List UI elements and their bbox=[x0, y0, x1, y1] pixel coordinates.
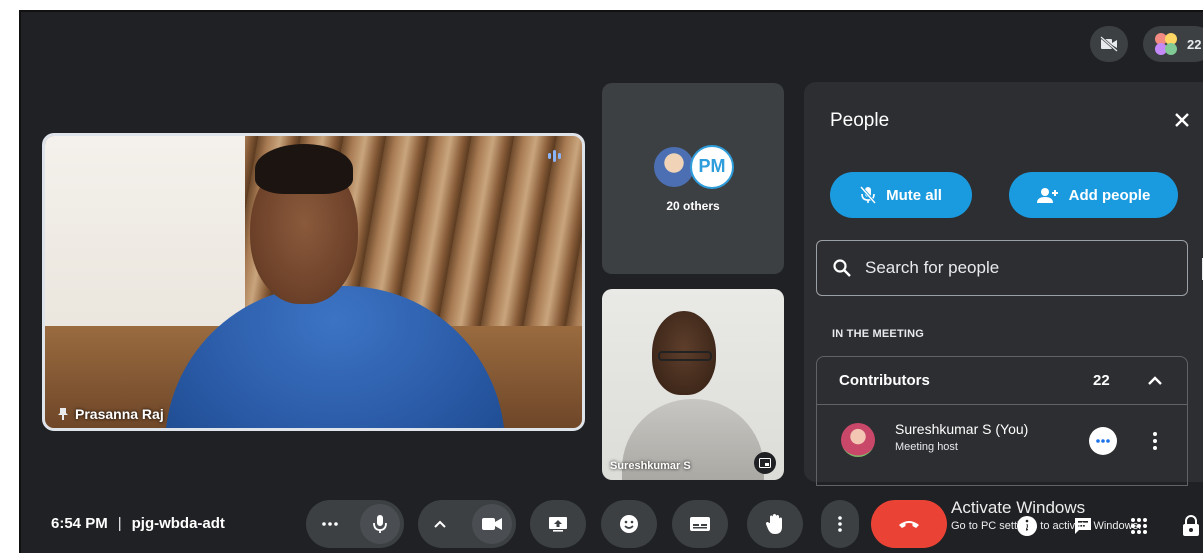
videocam-icon bbox=[482, 518, 502, 530]
add-people-button[interactable]: Add people bbox=[1009, 172, 1178, 218]
video-control-group bbox=[418, 500, 516, 548]
meeting-details-button[interactable] bbox=[1013, 512, 1041, 540]
participants-icon bbox=[1155, 33, 1177, 55]
participant-name-label: Prasanna Raj bbox=[57, 406, 164, 422]
emoji-icon bbox=[620, 515, 638, 533]
meeting-info: 6:54 PM | pjg-wbda-adt bbox=[51, 515, 225, 532]
microphone-button[interactable] bbox=[360, 504, 400, 544]
more-vert-icon bbox=[1153, 432, 1157, 436]
camera-button[interactable] bbox=[472, 504, 512, 544]
video-person bbox=[255, 144, 353, 194]
mic-icon bbox=[373, 515, 387, 533]
separator: | bbox=[117, 515, 122, 532]
section-heading: IN THE MEETING bbox=[832, 328, 925, 340]
lock-person-icon bbox=[1183, 515, 1199, 536]
meeting-time: 6:54 PM bbox=[51, 515, 108, 532]
people-panel: People Mute all Add people IN THE MEETIN… bbox=[804, 82, 1203, 486]
others-tile[interactable]: PM 20 others bbox=[602, 83, 784, 274]
group-label: Contributors bbox=[839, 372, 930, 389]
videocam-off-icon bbox=[1100, 36, 1118, 52]
more-options-button[interactable] bbox=[821, 500, 859, 548]
more-vert-icon bbox=[1153, 446, 1157, 450]
group-count: 22 bbox=[1093, 372, 1110, 389]
search-icon bbox=[833, 259, 851, 277]
meet-window: 22 Prasanna Raj PM 20 others Sureshkumar… bbox=[19, 10, 1203, 553]
self-video-tile[interactable]: Sureshkumar S bbox=[602, 289, 784, 480]
avatar: PM bbox=[690, 144, 734, 189]
participant-row[interactable]: Sureshkumar S (You) Meeting host bbox=[817, 407, 1187, 477]
audio-control-group bbox=[306, 500, 404, 548]
others-avatars: PM bbox=[652, 144, 734, 189]
activate-windows-watermark: Activate Windows Go to PC settings to ac… bbox=[951, 498, 1141, 532]
main-video-tile[interactable]: Prasanna Raj bbox=[42, 133, 585, 431]
more-horizontal-icon bbox=[1096, 439, 1110, 443]
call-end-icon bbox=[899, 521, 919, 528]
leave-call-button[interactable] bbox=[871, 500, 947, 548]
captions-button[interactable] bbox=[672, 500, 728, 548]
participant-name-label: Sureshkumar S bbox=[610, 460, 691, 472]
present-screen-icon bbox=[549, 517, 567, 532]
contributors-group: Contributors 22 Sureshkumar S (You) Meet… bbox=[816, 356, 1188, 486]
collapse-button[interactable] bbox=[1145, 371, 1165, 391]
contributors-header[interactable]: Contributors bbox=[817, 357, 1187, 405]
closed-caption-icon bbox=[690, 517, 710, 531]
meeting-code: pjg-wbda-adt bbox=[131, 515, 225, 532]
apps-grid-icon bbox=[1131, 518, 1147, 534]
others-count-label: 20 others bbox=[666, 198, 720, 213]
more-vert-icon bbox=[1153, 439, 1157, 443]
present-button[interactable] bbox=[530, 500, 586, 548]
mute-all-button[interactable]: Mute all bbox=[830, 172, 972, 218]
info-icon bbox=[1017, 516, 1037, 536]
people-count: 22 bbox=[1187, 36, 1202, 52]
video-person bbox=[658, 351, 712, 361]
avatar bbox=[841, 423, 875, 457]
chat-icon bbox=[1075, 518, 1091, 534]
search-people-field[interactable] bbox=[816, 240, 1188, 296]
pin-icon bbox=[58, 408, 68, 420]
person-add-icon bbox=[1036, 188, 1058, 203]
watermark-title: Activate Windows bbox=[951, 498, 1086, 517]
close-button[interactable] bbox=[1168, 106, 1196, 134]
activities-button[interactable] bbox=[1125, 512, 1153, 540]
close-icon bbox=[1175, 113, 1189, 127]
host-controls-button[interactable] bbox=[1177, 512, 1203, 540]
participant-more-button[interactable] bbox=[1089, 427, 1117, 455]
watermark-subtitle: Go to PC settings to activate Windows. bbox=[951, 520, 1142, 532]
participant-role: Meeting host bbox=[895, 441, 958, 453]
raise-hand-button[interactable] bbox=[747, 500, 803, 548]
people-count-button[interactable]: 22 bbox=[1143, 26, 1203, 62]
participant-name: Sureshkumar S (You) bbox=[895, 421, 1029, 437]
more-horizontal-icon[interactable] bbox=[322, 522, 338, 526]
chevron-up-icon bbox=[1148, 376, 1162, 385]
reactions-button[interactable] bbox=[601, 500, 657, 548]
search-input[interactable] bbox=[865, 258, 1165, 278]
participant-options-button[interactable] bbox=[1147, 427, 1163, 455]
chat-button[interactable] bbox=[1069, 512, 1097, 540]
tile-options-button[interactable] bbox=[754, 452, 776, 474]
mic-off-icon bbox=[860, 186, 877, 204]
picture-in-picture-icon bbox=[759, 458, 771, 468]
more-vert-icon bbox=[838, 516, 842, 532]
audio-level-icon bbox=[548, 148, 568, 164]
hand-icon bbox=[765, 514, 782, 534]
camera-off-indicator[interactable] bbox=[1090, 26, 1128, 62]
chevron-up-icon[interactable] bbox=[434, 520, 446, 528]
panel-title: People bbox=[830, 110, 890, 131]
